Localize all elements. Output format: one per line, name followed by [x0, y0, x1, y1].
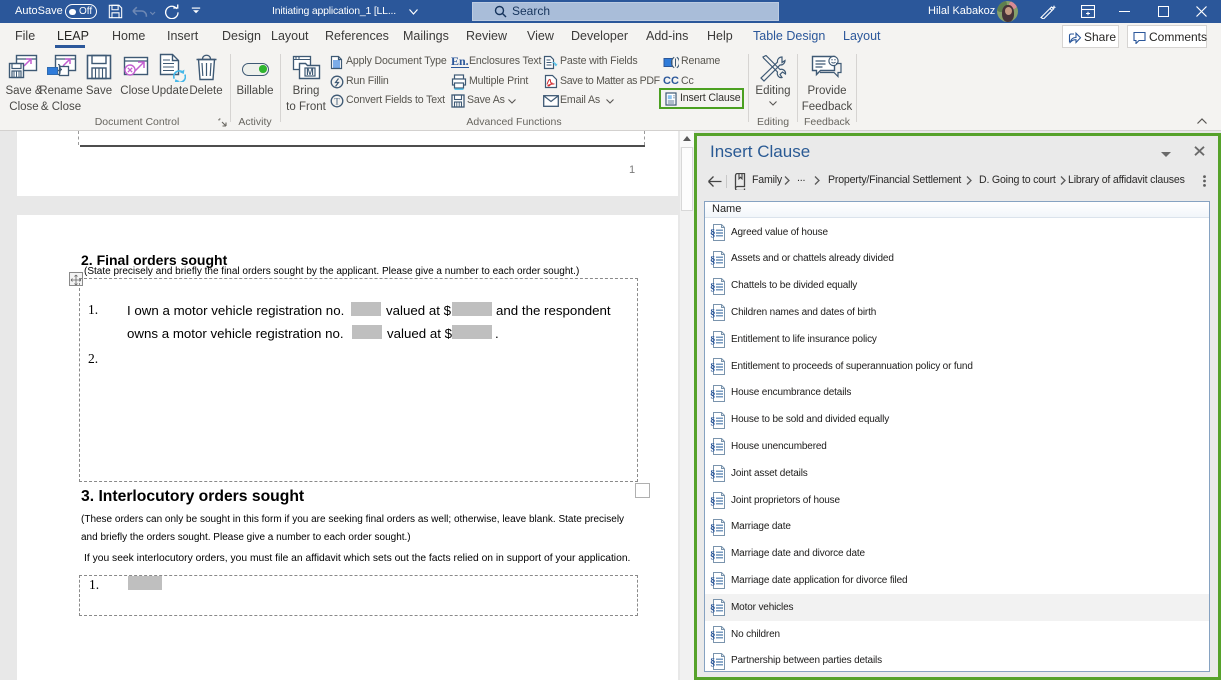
svg-text:T: T [334, 96, 340, 106]
svg-text:M: M [306, 67, 314, 77]
